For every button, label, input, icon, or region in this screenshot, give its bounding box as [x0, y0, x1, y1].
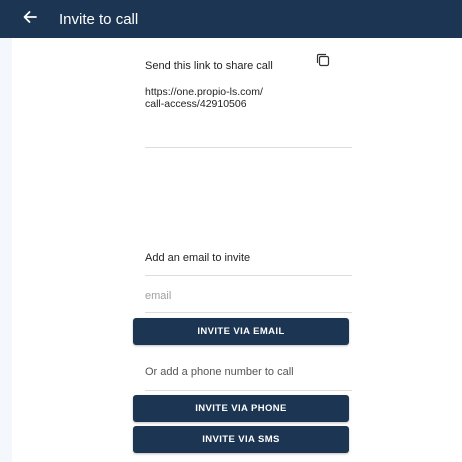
- share-link-url[interactable]: https://one.propio-ls.com/call-access/42…: [145, 86, 265, 110]
- email-section-label: Add an email to invite: [145, 252, 251, 264]
- invite-via-email-button[interactable]: INVITE VIA EMAIL: [133, 318, 349, 345]
- arrow-left-icon: [23, 10, 37, 29]
- page-title: Invite to call: [59, 10, 139, 28]
- share-link-label: Send this link to share call: [145, 60, 273, 72]
- divider: [145, 147, 352, 148]
- invite-via-phone-button[interactable]: INVITE VIA PHONE: [133, 395, 349, 422]
- copy-link-button[interactable]: [313, 52, 333, 72]
- email-input-underline: [145, 312, 352, 313]
- app-header: Invite to call: [0, 0, 462, 38]
- phone-input-underline: [145, 390, 352, 391]
- divider: [145, 275, 352, 276]
- phone-section-label: Or add a phone number to call: [145, 366, 294, 378]
- invite-via-sms-button[interactable]: INVITE VIA SMS: [133, 426, 349, 453]
- back-button[interactable]: [11, 0, 49, 38]
- email-input[interactable]: [145, 285, 350, 307]
- copy-icon: [316, 53, 330, 72]
